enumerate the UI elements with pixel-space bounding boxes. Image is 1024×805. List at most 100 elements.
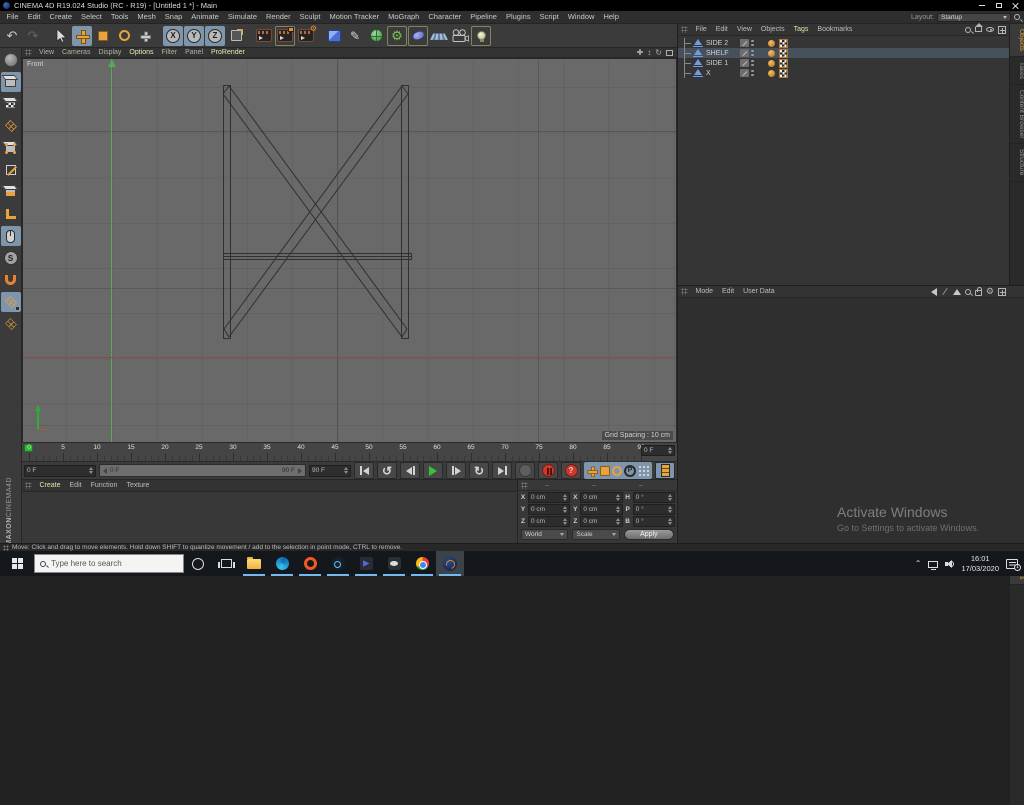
minimize-button[interactable] <box>973 0 990 11</box>
taskbar-search-input[interactable]: Type here to search <box>34 554 184 573</box>
tab-takes[interactable]: Takes <box>1010 57 1024 86</box>
play-button[interactable] <box>423 462 443 479</box>
start-button[interactable] <box>0 551 34 576</box>
taskbar-app-cinema4d[interactable] <box>436 551 464 576</box>
viewport-menu-cameras[interactable]: Cameras <box>58 47 94 59</box>
history-forward-icon[interactable] <box>942 287 948 296</box>
apply-button[interactable]: Apply <box>623 529 675 540</box>
coord-field-y[interactable]: 0 cm <box>528 504 571 515</box>
add-primitive-button[interactable] <box>324 26 344 46</box>
coord-field-y[interactable]: 0 cm <box>580 504 623 515</box>
menu-mograph[interactable]: MoGraph <box>384 11 424 23</box>
menu-plugins[interactable]: Plugins <box>501 11 535 23</box>
taskbar-app-media[interactable] <box>352 551 380 576</box>
volume-icon[interactable] <box>945 559 955 568</box>
menu-animate[interactable]: Animate <box>187 11 224 23</box>
panel-handle-icon[interactable] <box>681 288 688 295</box>
generators-button[interactable]: ⚙ <box>387 26 407 46</box>
key-position-icon[interactable] <box>587 466 598 477</box>
search-icon[interactable] <box>964 288 971 295</box>
play-loop-button[interactable]: ↻ <box>469 462 489 479</box>
menu-mesh[interactable]: Mesh <box>133 11 160 23</box>
stepper-icon[interactable] <box>614 518 620 525</box>
snap-settings-button[interactable]: S <box>1 248 21 268</box>
panel-handle-icon[interactable] <box>25 49 32 56</box>
menu-snap[interactable]: Snap <box>160 11 187 23</box>
autokey-help-button[interactable]: ? <box>561 462 581 479</box>
action-center-icon[interactable]: 1 <box>1006 558 1021 571</box>
settings-gear-icon[interactable]: ⚙ <box>986 287 994 296</box>
attribute-menu-edit[interactable]: Edit <box>718 286 739 298</box>
texture-mode-button[interactable] <box>1 94 21 114</box>
visibility-dots-icon[interactable] <box>751 39 754 47</box>
stepper-icon[interactable] <box>561 518 568 525</box>
material-menu-function[interactable]: Function <box>86 480 122 492</box>
panel-handle-icon[interactable] <box>521 481 528 489</box>
viewport-menu-filter[interactable]: Filter <box>158 47 182 59</box>
polygons-mode-button[interactable] <box>1 182 21 202</box>
network-icon[interactable] <box>928 560 939 570</box>
attribute-menu-user-data[interactable]: User Data <box>739 286 780 298</box>
render-settings-button[interactable]: ⚙ <box>296 25 317 46</box>
edges-mode-button[interactable] <box>1 160 21 180</box>
material-menu-edit[interactable]: Edit <box>65 480 86 492</box>
live-selection-button[interactable] <box>51 26 71 46</box>
object-name[interactable]: SHELF <box>706 50 740 57</box>
size-mode-select[interactable]: Scale <box>572 529 620 540</box>
move-tool-button[interactable] <box>72 25 92 46</box>
object-menu-view[interactable]: View <box>732 24 756 36</box>
deformers-button[interactable] <box>408 26 428 46</box>
texture-tag-icon[interactable] <box>778 38 788 48</box>
taskbar-app-chrome[interactable] <box>408 551 436 576</box>
axis-mode-button[interactable] <box>1 204 21 224</box>
object-menu-objects[interactable]: Objects <box>756 24 789 36</box>
planar-workplane-button[interactable] <box>1 314 21 334</box>
cortana-button[interactable] <box>184 551 212 576</box>
object-row-side-1[interactable]: SIDE 1 <box>678 58 1024 68</box>
object-row-shelf[interactable]: SHELF <box>678 48 1024 58</box>
timeline-range-scrollbar[interactable]: 0 F 90 F <box>99 464 306 477</box>
stepper-icon[interactable] <box>666 518 672 525</box>
workplane-mode-button[interactable] <box>1 116 21 136</box>
layout-select[interactable]: Startup <box>937 12 1011 22</box>
stepper-icon[interactable] <box>87 467 93 474</box>
tab-structure[interactable]: Structure <box>1010 144 1024 182</box>
tray-expand-icon[interactable]: ⌃ <box>915 559 922 568</box>
subdivision-surface-button[interactable] <box>366 26 386 46</box>
viewport-maximize-icon[interactable] <box>666 49 673 56</box>
taskbar-app-file-explorer[interactable] <box>240 551 268 576</box>
maximize-button[interactable] <box>990 0 1007 11</box>
task-view-button[interactable] <box>212 551 240 576</box>
search-commander-icon[interactable] <box>1014 14 1020 20</box>
texture-tag-icon[interactable] <box>778 48 788 58</box>
taskbar-app-steam[interactable] <box>324 551 352 576</box>
lock-z-axis-button[interactable]: Z <box>205 25 225 46</box>
viewport-pan-icon[interactable]: ✚ <box>637 48 644 57</box>
phong-tag-icon[interactable] <box>767 59 775 67</box>
history-back-icon[interactable] <box>930 287 937 296</box>
stepper-icon[interactable] <box>614 494 620 501</box>
edit-toggle-icon[interactable] <box>740 69 749 77</box>
end-frame-field[interactable]: 90 F <box>309 464 351 477</box>
filter-eye-icon[interactable] <box>986 27 994 32</box>
menu-pipeline[interactable]: Pipeline <box>466 11 502 23</box>
object-name[interactable]: X <box>706 70 740 77</box>
lock-x-axis-button[interactable]: X <box>163 25 183 46</box>
menu-select[interactable]: Select <box>77 11 107 23</box>
object-menu-bookmarks[interactable]: Bookmarks <box>813 24 857 36</box>
key-scale-icon[interactable] <box>600 465 610 476</box>
coord-field-x[interactable]: 0 cm <box>528 492 571 503</box>
menu-character[interactable]: Character <box>424 11 466 23</box>
add-icon[interactable] <box>998 287 1006 296</box>
object-name[interactable]: SIDE 1 <box>706 60 740 67</box>
viewport-zoom-icon[interactable]: ↕ <box>647 48 651 57</box>
menu-edit[interactable]: Edit <box>23 11 45 23</box>
redo-button[interactable]: ↷ <box>23 26 43 46</box>
taskbar-app-opera[interactable] <box>296 551 324 576</box>
texture-tag-icon[interactable] <box>778 68 788 78</box>
viewport-menu-view[interactable]: View <box>35 47 58 59</box>
coord-field-b[interactable]: 0 ° <box>632 516 675 527</box>
viewport-camera-label[interactable]: Front <box>27 61 43 68</box>
magnet-tool-button[interactable] <box>1 270 21 290</box>
goto-end-button[interactable] <box>492 462 512 479</box>
